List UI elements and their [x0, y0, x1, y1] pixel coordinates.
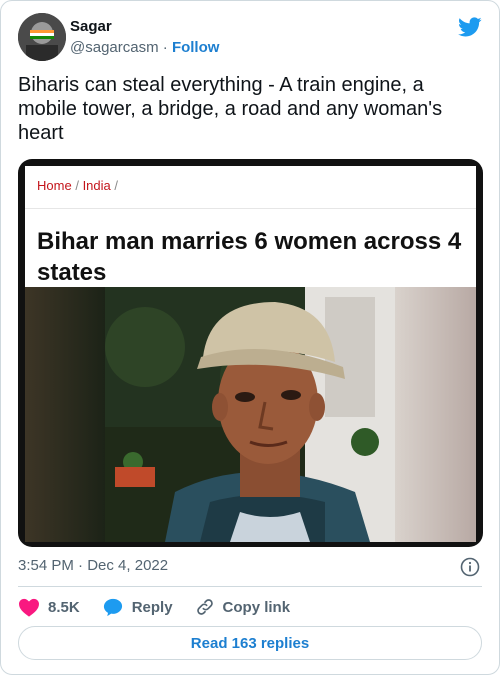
follow-button[interactable]: Follow — [172, 39, 220, 56]
reply-button[interactable]: Reply — [102, 597, 173, 617]
tweet-time: 3:54 PM — [18, 557, 74, 574]
link-icon — [196, 599, 213, 615]
tweet-timestamp[interactable]: 3:54 PM · Dec 4, 2022 — [18, 557, 168, 574]
like-button[interactable]: 8.5K — [18, 597, 80, 617]
reply-label: Reply — [131, 598, 173, 616]
heart-icon — [19, 598, 39, 617]
breadcrumb-separator: / — [114, 178, 119, 193]
reply-bubble-icon — [103, 598, 122, 617]
breadcrumb-home: Home — [37, 178, 72, 193]
read-replies-button[interactable]: Read 163 replies — [18, 626, 482, 660]
avatar-image — [18, 13, 66, 61]
author-handle-row: @sagarcasm · Follow — [70, 39, 219, 56]
tweet-media[interactable]: Home / India / Bihar man marries 6 women… — [18, 159, 483, 547]
breadcrumb-india: India — [82, 178, 111, 193]
tweet-actions: 8.5K Reply Copy link — [18, 595, 312, 619]
dot-separator: · — [78, 557, 84, 574]
author-name[interactable]: Sagar — [70, 18, 112, 35]
article-header: Home / India / Bihar man marries 6 women… — [25, 166, 476, 288]
dot-separator: · — [162, 39, 168, 56]
breadcrumb-separator: / — [75, 178, 79, 193]
avatar[interactable] — [18, 13, 66, 61]
breadcrumb-divider — [25, 208, 476, 209]
news-photo — [25, 287, 476, 542]
actions-divider — [18, 586, 482, 587]
tweet-date: Dec 4, 2022 — [87, 557, 169, 574]
tweet-header: Sagar @sagarcasm · Follow — [18, 13, 482, 63]
tweet-card: Sagar @sagarcasm · Follow Biharis can st… — [0, 0, 500, 675]
author-handle[interactable]: @sagarcasm — [70, 39, 159, 56]
twitter-bird-icon[interactable] — [458, 15, 482, 39]
info-icon[interactable] — [460, 557, 480, 577]
copy-link-label: Copy link — [222, 598, 291, 616]
article-headline: Bihar man marries 6 women across 4 state… — [37, 228, 462, 286]
tweet-text: Biharis can steal everything - A train e… — [18, 74, 443, 144]
like-count: 8.5K — [48, 598, 80, 616]
breadcrumb: Home / India / — [37, 178, 118, 193]
copy-link-button[interactable]: Copy link — [195, 597, 291, 617]
